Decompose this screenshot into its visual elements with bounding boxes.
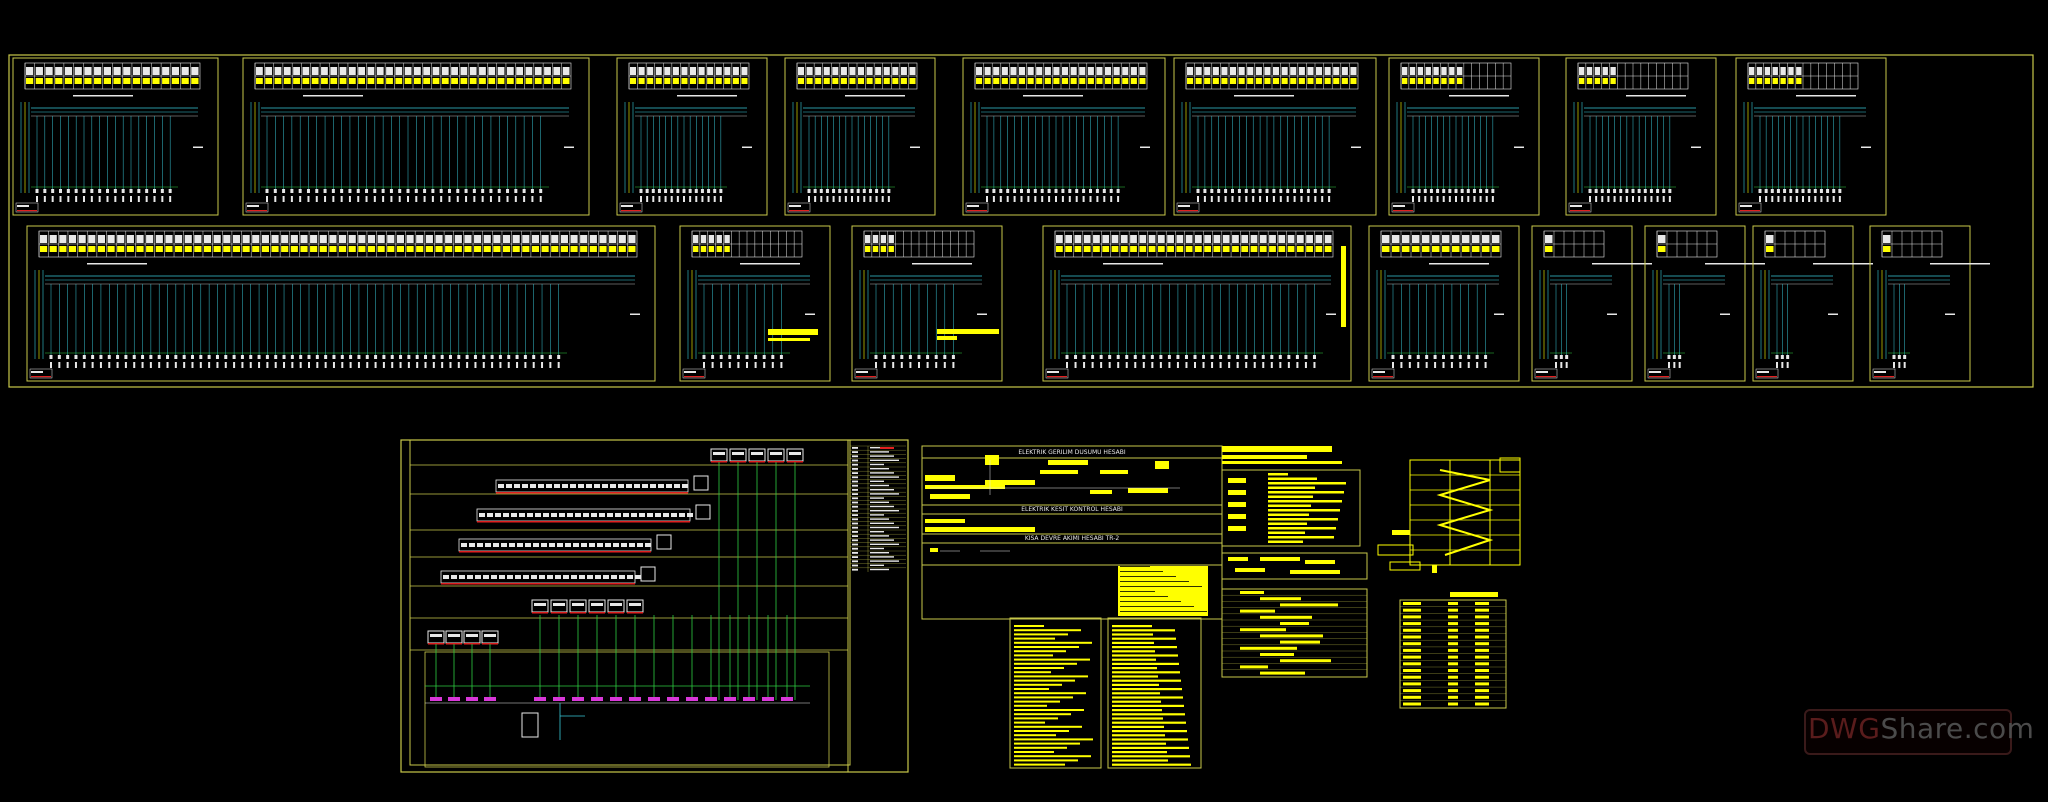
highlight-bar bbox=[1341, 246, 1346, 327]
watermark: DWGShare.com bbox=[1808, 712, 2034, 745]
calc-title-3: KISA DEVRE AKIMI HESABI TR-2 bbox=[1025, 535, 1120, 542]
watermark-part-2: Share.com bbox=[1880, 712, 2035, 745]
calc-title-2: ELEKTRIK KESIT KONTROL HESABI bbox=[1021, 506, 1123, 513]
watermark-part-1: DWG bbox=[1808, 712, 1881, 745]
highlight-block bbox=[768, 329, 818, 335]
calc-title-1: ELEKTRIK GERILIM DUSUMU HESABI bbox=[1018, 449, 1126, 456]
highlight-block bbox=[768, 338, 810, 341]
highlight-block bbox=[937, 336, 957, 340]
highlight-block bbox=[937, 329, 999, 334]
cad-drawing-canvas[interactable]: ELEKTRIK GERILIM DUSUMU HESABI ELEKTRIK … bbox=[0, 0, 2048, 802]
